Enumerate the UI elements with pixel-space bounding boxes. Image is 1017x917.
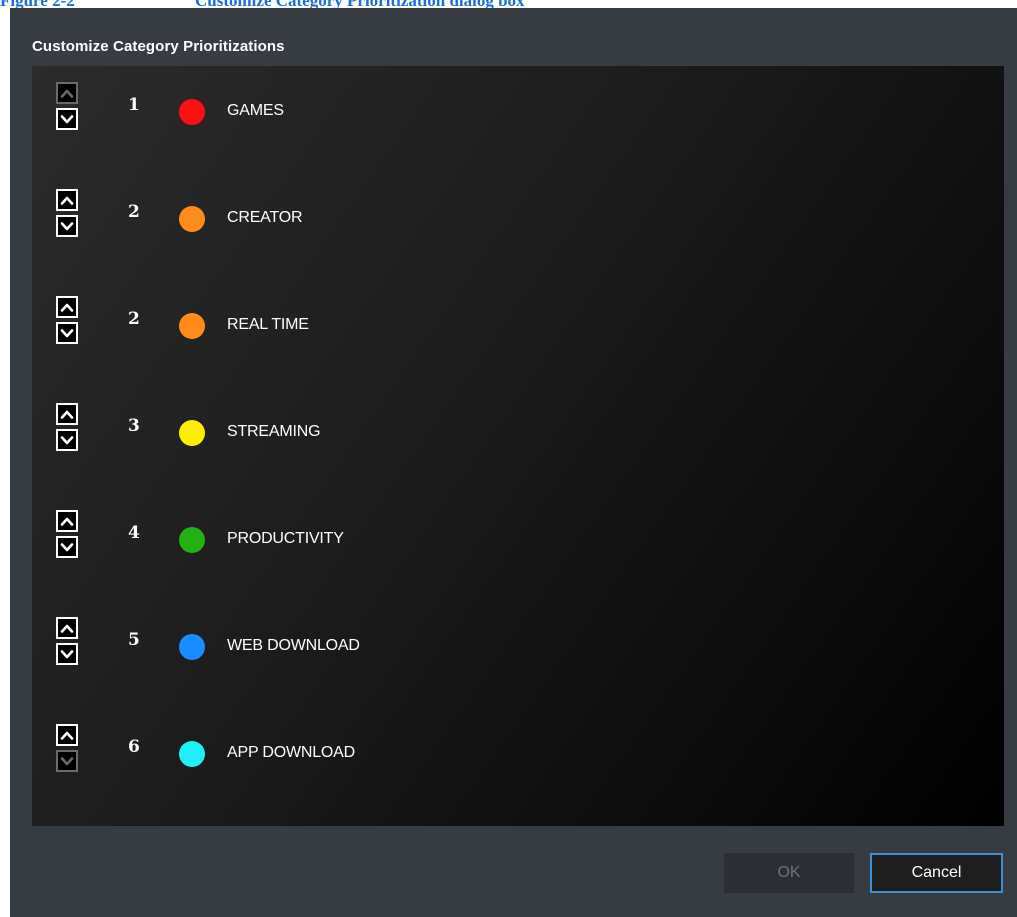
category-color-dot [179,99,205,125]
category-color-dot [179,527,205,553]
move-down-button[interactable] [56,536,78,558]
chevron-down-icon [60,649,74,658]
category-name: REAL TIME [227,316,309,333]
category-name: PRODUCTIVITY [227,530,344,547]
move-down-button[interactable] [56,643,78,665]
priority-number: 5 [128,630,140,650]
category-color-dot [179,420,205,446]
figure-number: Figure 2-2 [0,0,195,8]
category-name: CREATOR [227,209,303,226]
ok-button[interactable]: OK [724,853,854,893]
chevron-down-icon [60,114,74,123]
move-down-button[interactable] [56,215,78,237]
category-row-real-time: 2 REAL TIME [32,280,1004,380]
figure-caption: Figure 2-2Customize Category Prioritizat… [0,0,1017,8]
chevron-up-icon [60,89,74,98]
category-name: GAMES [227,102,284,119]
category-row-games: 1 GAMES [32,66,1004,166]
priority-number: 3 [128,416,140,436]
chevron-down-icon [60,328,74,337]
move-down-button[interactable] [56,108,78,130]
category-color-dot [179,206,205,232]
priority-number: 6 [128,737,140,757]
priority-number: 4 [128,523,140,543]
move-up-button[interactable] [56,724,78,746]
move-up-button[interactable] [56,189,78,211]
figure-title: Customize Category Prioritization dialog… [195,0,525,8]
chevron-up-icon [60,624,74,633]
move-up-button[interactable] [56,510,78,532]
move-up-button[interactable] [56,403,78,425]
category-row-productivity: 4 PRODUCTIVITY [32,494,1004,594]
chevron-up-icon [60,731,74,740]
category-row-app-download: 6 APP DOWNLOAD [32,708,1004,808]
chevron-down-icon [60,435,74,444]
category-color-dot [179,634,205,660]
chevron-down-icon [60,221,74,230]
chevron-up-icon [60,517,74,526]
chevron-up-icon [60,410,74,419]
category-color-dot [179,741,205,767]
priority-number: 2 [128,202,140,222]
move-down-button [56,750,78,772]
category-color-dot [179,313,205,339]
dialog-title: Customize Category Prioritizations [32,38,285,55]
chevron-up-icon [60,303,74,312]
category-row-creator: 2 CREATOR [32,173,1004,273]
move-down-button[interactable] [56,322,78,344]
category-row-streaming: 3 STREAMING [32,387,1004,487]
category-list-panel: 1 GAMES 2 CREATOR 2 REAL TIME 3 STREAMIN… [32,66,1004,826]
category-name: APP DOWNLOAD [227,744,355,761]
move-up-button[interactable] [56,296,78,318]
cancel-button[interactable]: Cancel [870,853,1003,893]
category-row-web-download: 5 WEB DOWNLOAD [32,601,1004,701]
chevron-down-icon [60,756,74,765]
move-down-button[interactable] [56,429,78,451]
move-up-button[interactable] [56,617,78,639]
priority-number: 2 [128,309,140,329]
category-name: STREAMING [227,423,321,440]
priority-number: 1 [128,95,140,115]
move-up-button [56,82,78,104]
chevron-down-icon [60,542,74,551]
customize-category-dialog: Customize Category Prioritizations 1 GAM… [10,8,1017,917]
chevron-up-icon [60,196,74,205]
category-name: WEB DOWNLOAD [227,637,360,654]
